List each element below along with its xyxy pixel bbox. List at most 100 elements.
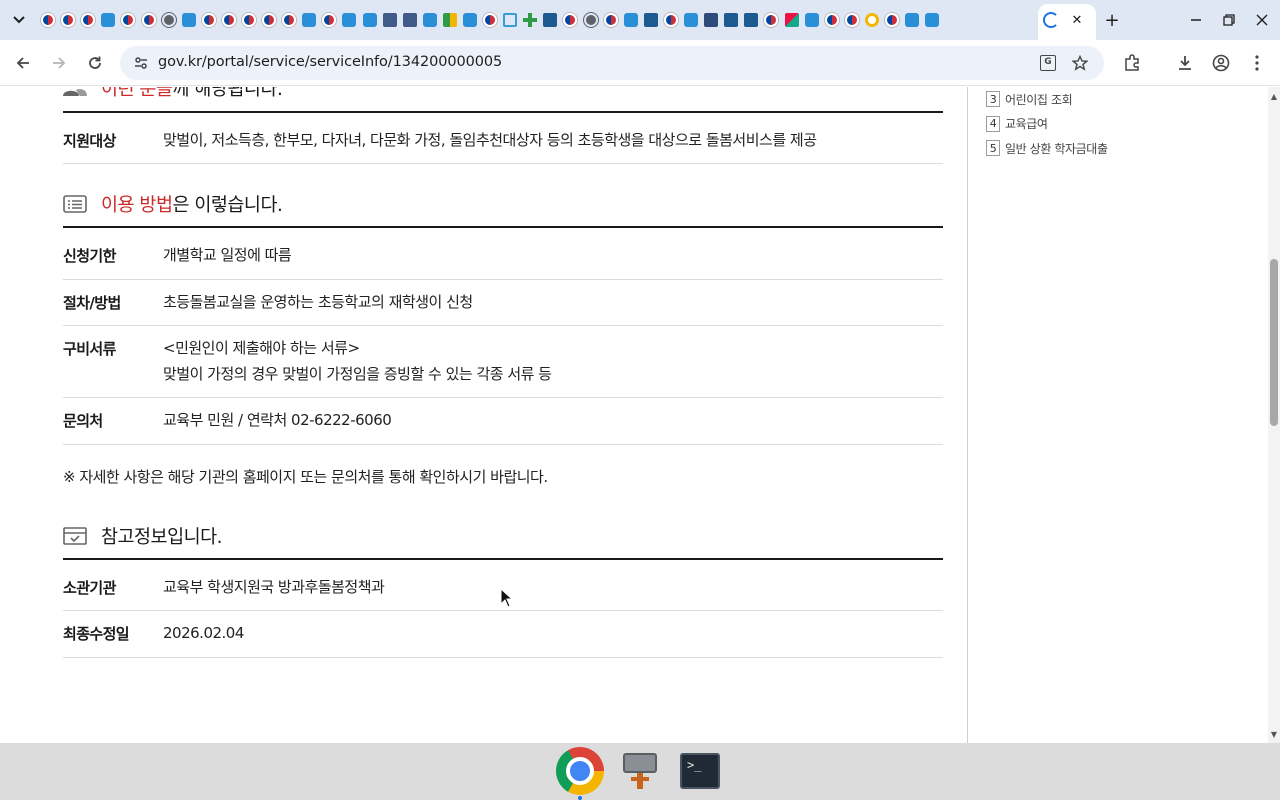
pinned-tab[interactable] [822,10,842,30]
pinned-tab[interactable] [78,10,98,30]
profile-icon [1212,54,1230,72]
pinned-tab[interactable] [520,10,540,30]
pinned-tab[interactable] [279,10,299,30]
profile-button[interactable] [1209,51,1233,75]
pinned-tab[interactable] [500,10,520,30]
pinned-tab[interactable] [360,10,380,30]
kr-favicon-icon [884,13,899,27]
pinned-tab[interactable] [159,10,179,30]
pinned-tab[interactable] [560,10,580,30]
gov-favicon-icon [181,13,196,27]
checkbox-tray-icon [63,524,87,548]
pinned-tab[interactable] [259,10,279,30]
page-scrollbar[interactable]: ▲ ▼ [1268,87,1280,743]
pinned-tab[interactable] [781,10,801,30]
url-text[interactable]: gov.kr/portal/service/serviceInfo/134200… [158,54,502,70]
scroll-down-arrow-icon[interactable]: ▼ [1268,728,1280,740]
tool-app-button[interactable] [616,747,664,795]
pinned-tab[interactable] [721,10,741,30]
row-label-last-modified: 최종수정일 [63,625,130,643]
pinned-tab[interactable] [38,10,58,30]
new-tab-button[interactable]: + [1102,10,1122,31]
pinned-tab[interactable] [460,10,480,30]
extensions-button[interactable] [1120,51,1144,75]
related-service-item[interactable]: 4 교육급여 [986,112,1108,137]
pinned-tab[interactable] [581,10,601,30]
pinned-tab[interactable] [98,10,118,30]
taskbar-dock: >_ [0,743,1280,800]
chrome-app-button[interactable] [556,747,604,795]
plus-favicon-icon [523,13,538,27]
home-favicon-icon [503,13,518,27]
pinned-tab[interactable] [681,10,701,30]
pinned-tab[interactable] [420,10,440,30]
pinned-tab[interactable] [239,10,259,30]
pinned-tab[interactable] [882,10,902,30]
downloads-button[interactable] [1173,51,1197,75]
pinned-tab[interactable] [199,10,219,30]
pinned-tab[interactable] [339,10,359,30]
pinned-tab[interactable] [480,10,500,30]
back-button[interactable] [11,51,35,75]
pinned-tab[interactable] [540,10,560,30]
close-tab-button[interactable]: ✕ [1068,11,1086,29]
browser-toolbar: gov.kr/portal/service/serviceInfo/134200… [0,40,1280,86]
row-label-documents: 구비서류 [63,340,116,358]
pinned-tab[interactable] [299,10,319,30]
kebab-menu-icon [1255,55,1259,71]
section-divider [63,558,943,560]
translate-icon: G [1040,55,1056,71]
pinned-tab[interactable] [380,10,400,30]
pinned-tab[interactable] [761,10,781,30]
pinned-tab[interactable] [319,10,339,30]
address-bar[interactable]: gov.kr/portal/service/serviceInfo/134200… [120,46,1104,80]
close-window-button[interactable] [1252,10,1272,30]
pinned-tab[interactable] [138,10,158,30]
reload-button[interactable] [83,51,107,75]
hometax-favicon-icon [643,13,658,27]
related-service-item[interactable]: 3 어린이집 조회 [986,87,1108,112]
row-label-procedure: 절차/방법 [63,294,121,312]
pinned-tab[interactable] [440,10,460,30]
minimize-icon [1191,19,1201,21]
row-value-agency: 교육부 학생지원국 방과후돌봄정책과 [163,578,385,596]
pinned-tab[interactable] [922,10,942,30]
people-icon [63,87,87,100]
site-info-icon[interactable] [132,54,150,72]
tab-search-button[interactable] [8,9,30,31]
pinned-tab[interactable] [219,10,239,30]
pinned-tab[interactable] [400,10,420,30]
pinned-tab[interactable] [179,10,199,30]
pinned-tab[interactable] [842,10,862,30]
row-value-documents-line2: 맞벌이 가정의 경우 맞벌이 가정임을 증빙할 수 있는 각종 서류 등 [163,365,552,383]
forward-button[interactable] [47,51,71,75]
translate-button[interactable]: G [1038,53,1058,73]
terminal-app-button[interactable]: >_ [676,747,724,795]
menu-button[interactable] [1245,51,1269,75]
related-service-item[interactable]: 5 일반 상환 학자금대출 [986,136,1108,161]
kr-favicon-icon [663,13,678,27]
reload-icon [89,56,101,69]
pinned-tab[interactable] [58,10,78,30]
bookmark-star-button[interactable] [1070,53,1090,73]
pinned-tab[interactable] [641,10,661,30]
row-divider [63,397,943,398]
pinned-tab[interactable] [741,10,761,30]
pinned-tab[interactable] [902,10,922,30]
pinned-tab[interactable] [601,10,621,30]
item-label: 어린이집 조회 [1005,92,1073,107]
pinned-tab[interactable] [862,10,882,30]
minimize-button[interactable] [1186,10,1206,30]
pinned-tab[interactable] [661,10,681,30]
pinned-tab[interactable] [802,10,822,30]
kr-favicon-icon [322,13,337,27]
scrollbar-thumb[interactable] [1270,259,1278,426]
hometax-favicon-icon [724,13,739,27]
kr-favicon-icon [61,13,76,27]
pinned-tab[interactable] [621,10,641,30]
pinned-tab[interactable] [118,10,138,30]
scroll-up-arrow-icon[interactable]: ▲ [1268,90,1280,102]
restore-button[interactable] [1219,10,1239,30]
gov-favicon-icon [804,13,819,27]
pinned-tab[interactable] [701,10,721,30]
